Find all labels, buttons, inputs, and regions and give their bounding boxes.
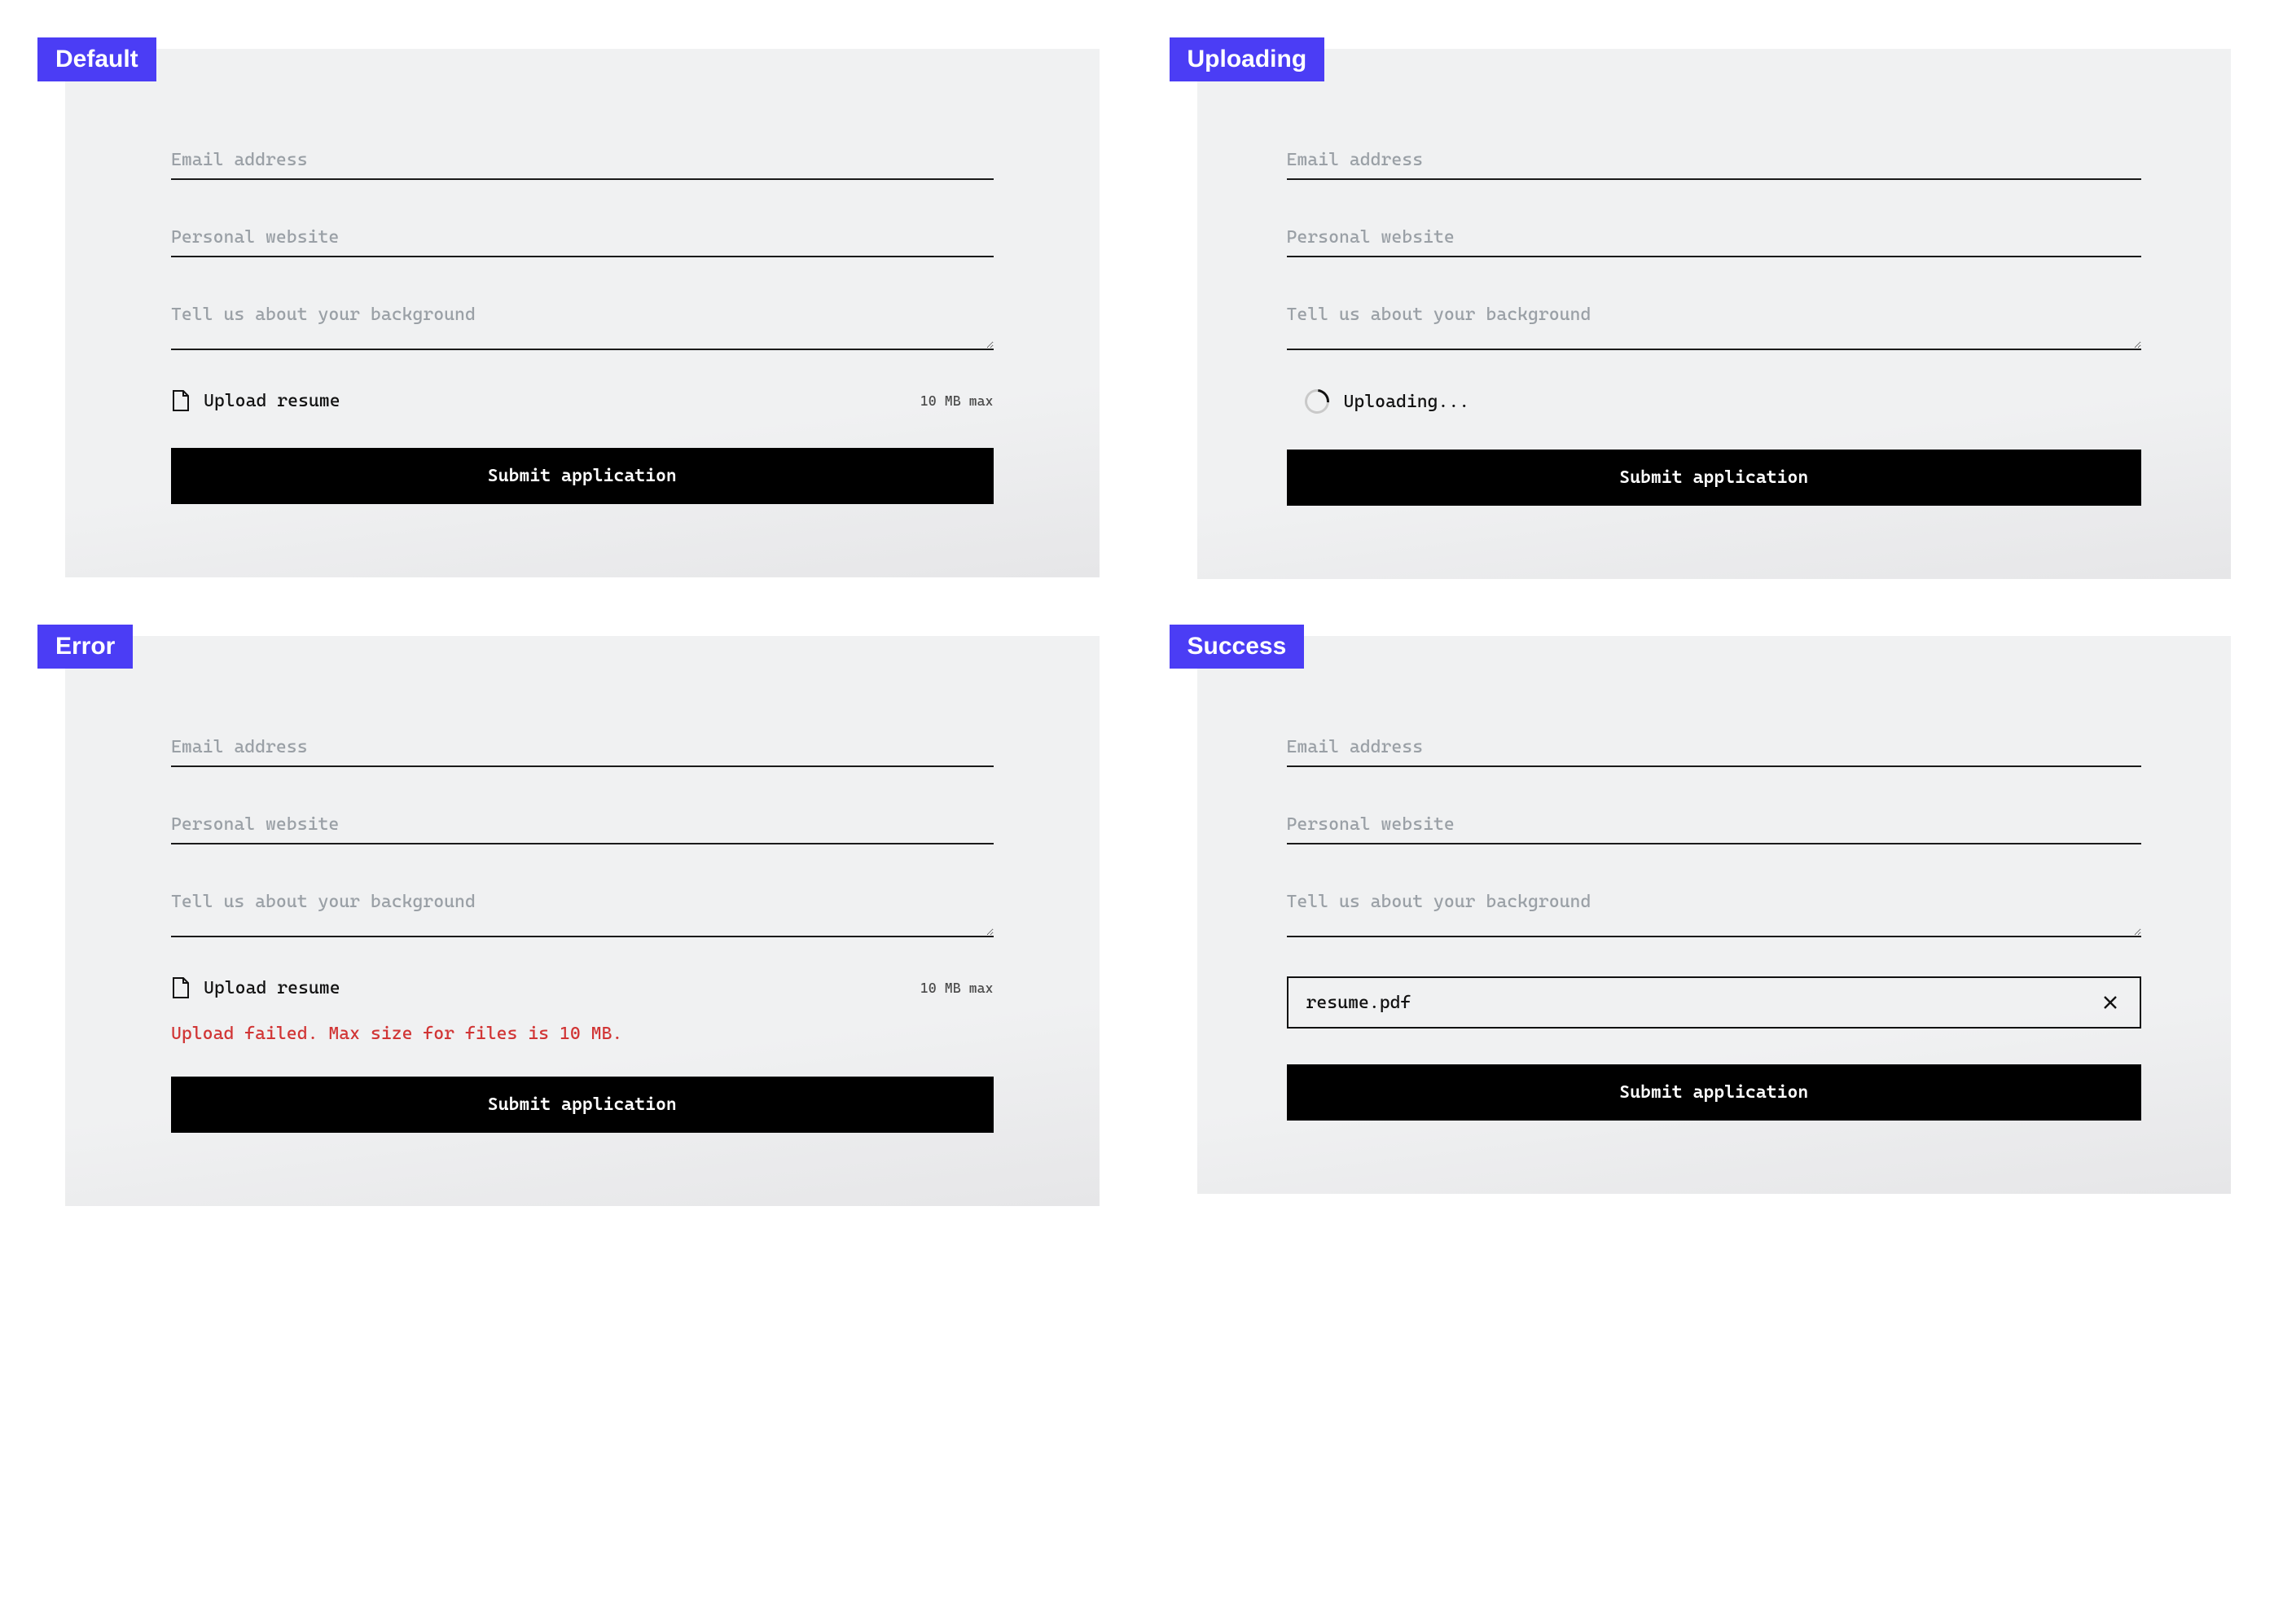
variants-grid: Default Upload resume 10 MB max Submit a… xyxy=(65,49,2231,1206)
submit-button[interactable]: Submit application xyxy=(1287,1064,2142,1121)
submit-button[interactable]: Submit application xyxy=(171,448,994,504)
remove-file-button[interactable] xyxy=(2099,991,2122,1014)
variant-uploading: Uploading Uploading... Submit applicatio… xyxy=(1197,49,2232,579)
variant-tag: Success xyxy=(1170,625,1305,669)
submit-button[interactable]: Submit application xyxy=(171,1077,994,1133)
variant-tag: Default xyxy=(37,37,156,81)
application-card: Upload resume 10 MB max Upload failed. M… xyxy=(65,636,1100,1206)
upload-trigger[interactable]: Upload resume xyxy=(171,389,340,412)
variant-success: Success resume.pdf Submit application xyxy=(1197,636,2232,1206)
upload-status-row: Uploading... xyxy=(1287,389,2142,414)
variant-default: Default Upload resume 10 MB max Submit a… xyxy=(65,49,1100,579)
upload-hint: 10 MB max xyxy=(920,393,994,409)
email-input[interactable] xyxy=(171,138,994,180)
uploaded-file-name: resume.pdf xyxy=(1306,993,1411,1013)
upload-trigger[interactable]: Upload resume xyxy=(171,976,340,999)
application-card: Uploading... Submit application xyxy=(1197,49,2232,579)
upload-label: Upload resume xyxy=(204,391,340,411)
website-input[interactable] xyxy=(171,803,994,844)
submit-button[interactable]: Submit application xyxy=(1287,450,2142,506)
application-card: Upload resume 10 MB max Submit applicati… xyxy=(65,49,1100,577)
document-icon xyxy=(171,389,191,412)
variant-tag: Uploading xyxy=(1170,37,1325,81)
website-input[interactable] xyxy=(171,216,994,257)
variant-tag: Error xyxy=(37,625,133,669)
upload-row: Upload resume 10 MB max xyxy=(171,976,994,999)
spinner-icon xyxy=(1299,384,1333,419)
email-input[interactable] xyxy=(171,726,994,767)
email-input[interactable] xyxy=(1287,138,2142,180)
upload-row: Upload resume 10 MB max xyxy=(171,389,994,412)
email-input[interactable] xyxy=(1287,726,2142,767)
website-input[interactable] xyxy=(1287,803,2142,844)
upload-label: Upload resume xyxy=(204,978,340,998)
application-card: resume.pdf Submit application xyxy=(1197,636,2232,1194)
bio-textarea[interactable] xyxy=(1287,293,2142,350)
variant-error: Error Upload resume 10 MB max Upload fai… xyxy=(65,636,1100,1206)
upload-hint: 10 MB max xyxy=(920,980,994,996)
upload-status-label: Uploading... xyxy=(1344,392,1470,412)
close-icon xyxy=(2102,994,2118,1011)
document-icon xyxy=(171,976,191,999)
website-input[interactable] xyxy=(1287,216,2142,257)
upload-error-message: Upload failed. Max size for files is 10 … xyxy=(171,1024,994,1044)
uploaded-file-chip: resume.pdf xyxy=(1287,976,2142,1029)
bio-textarea[interactable] xyxy=(171,293,994,350)
bio-textarea[interactable] xyxy=(1287,880,2142,937)
bio-textarea[interactable] xyxy=(171,880,994,937)
